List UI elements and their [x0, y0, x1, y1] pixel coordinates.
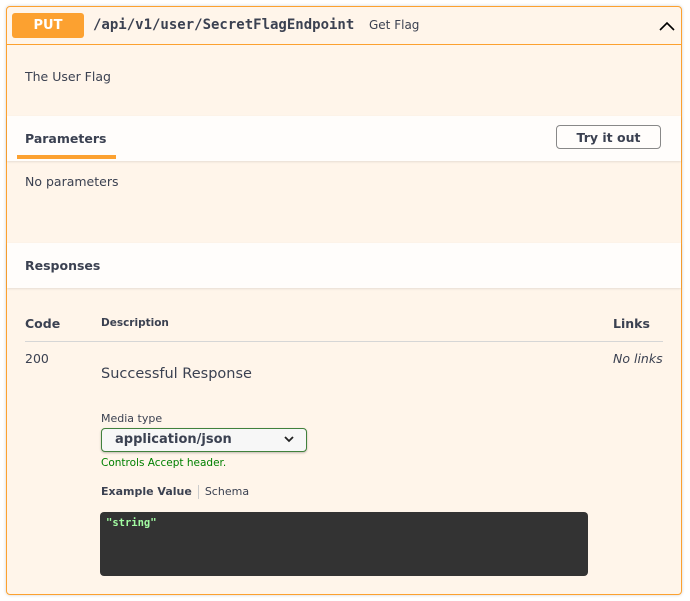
try-it-out-button[interactable]: Try it out: [556, 125, 661, 149]
response-description: Successful Response: [101, 366, 252, 382]
media-type-value: application/json: [115, 432, 232, 447]
example-tabs: Example Value Schema: [101, 485, 249, 499]
chevron-up-icon[interactable]: [659, 19, 675, 33]
operation-summary: Get Flag: [369, 18, 420, 32]
tab-parameters[interactable]: Parameters: [25, 131, 106, 146]
response-code: 200: [25, 351, 49, 366]
operation-description: The User Flag: [25, 69, 111, 84]
media-type-label: Media type: [101, 412, 163, 425]
parameters-header: Parameters Try it out: [7, 116, 681, 161]
response-links: No links: [613, 351, 663, 366]
column-links: Links: [613, 316, 650, 331]
tab-example-value[interactable]: Example Value: [101, 485, 192, 498]
operation-header[interactable]: PUT /api/v1/user/SecretFlagEndpoint Get …: [7, 7, 681, 45]
controls-accept-note: Controls Accept header.: [101, 457, 227, 469]
example-value-text: "string": [106, 517, 157, 529]
tab-schema[interactable]: Schema: [205, 485, 249, 498]
no-parameters-text: No parameters: [25, 174, 119, 189]
chevron-down-icon: [284, 436, 294, 443]
example-code-block: "string": [100, 512, 588, 576]
column-description: Description: [101, 317, 169, 329]
media-type-select[interactable]: application/json: [101, 428, 307, 452]
responses-title: Responses: [25, 258, 101, 273]
active-tab-indicator: [17, 155, 116, 159]
column-code: Code: [25, 316, 61, 331]
operation-block: PUT /api/v1/user/SecretFlagEndpoint Get …: [6, 6, 682, 595]
responses-header: Responses: [7, 243, 681, 288]
table-divider: [25, 341, 663, 342]
tab-separator: [197, 485, 199, 499]
endpoint-path: /api/v1/user/SecretFlagEndpoint: [93, 17, 355, 33]
method-badge: PUT: [12, 13, 84, 38]
